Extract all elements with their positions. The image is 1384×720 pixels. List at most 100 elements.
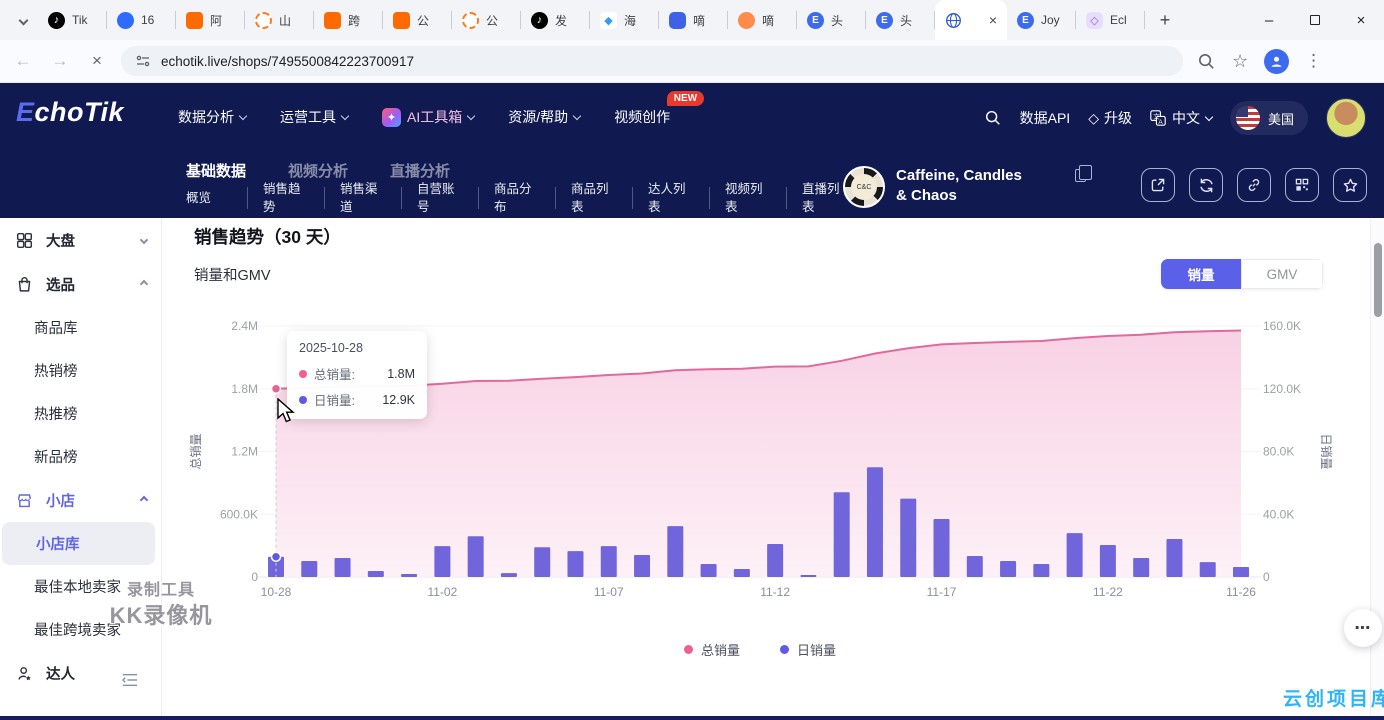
more-options-button[interactable]: ⋯ [1344, 609, 1382, 647]
shop-menu-item-8[interactable]: 直播列表 [802, 180, 848, 216]
echotik-logo[interactable]: EchoTik [16, 97, 124, 128]
site-settings-icon[interactable] [135, 53, 151, 69]
refresh-data-button[interactable] [1189, 168, 1223, 202]
nav-video-creation[interactable]: 视频创作 NEW [614, 107, 670, 127]
language-switch[interactable]: 文A 中文 [1150, 108, 1212, 128]
echotik-purple-icon: ◇ [1086, 12, 1103, 29]
browser-tab-2[interactable]: 阿 [176, 0, 245, 40]
nav-data-analysis[interactable]: 数据分析 [178, 107, 246, 127]
browser-tab-6[interactable]: 公 [452, 0, 521, 40]
shop-menu-item-3[interactable]: 自营账号 [417, 180, 463, 216]
toutiao-icon: E [807, 12, 824, 29]
toggle-sales[interactable]: 销量 [1161, 259, 1241, 289]
bookmark-star-icon[interactable]: ☆ [1232, 51, 1248, 72]
browser-tab-1[interactable]: 16 [107, 0, 176, 40]
nav-resources-help[interactable]: 资源/帮助 [508, 107, 580, 127]
sidebar-item-product-selection[interactable]: 选品 [0, 262, 161, 306]
menu-separator [247, 187, 248, 209]
browser-tab-12[interactable]: E头 [866, 0, 935, 40]
orange-square-icon [393, 12, 410, 29]
sidebar-collapse-button[interactable] [121, 672, 139, 692]
browser-tab-14[interactable]: E Joy [1007, 0, 1076, 40]
browser-tab-9[interactable]: 嘀 [659, 0, 728, 40]
link-icon [1246, 177, 1262, 193]
forward-icon[interactable]: → [46, 47, 74, 75]
shop-menu-item-7[interactable]: 视频列表 [725, 180, 771, 216]
tab-video-analysis[interactable]: 视频分析 [288, 160, 348, 181]
tab-close-icon[interactable]: × [989, 13, 997, 27]
shop-menu-item-6[interactable]: 达人列表 [648, 180, 694, 216]
region-selector[interactable]: 美国 [1230, 101, 1308, 135]
diamond-icon: ◇ [1088, 110, 1099, 126]
browser-tab-15[interactable]: ◇Ecl [1076, 0, 1145, 40]
browser-tab-11[interactable]: E头 [797, 0, 866, 40]
sidebar-item-new-products[interactable]: 新品榜 [0, 435, 161, 478]
tab-title: 跨 [348, 12, 360, 29]
tab-title: 头 [900, 12, 912, 29]
zoom-icon[interactable] [1197, 52, 1216, 71]
minimize-button[interactable]: – [1246, 0, 1292, 40]
legend-daily-sales[interactable]: 日销量 [780, 640, 836, 659]
browser-menu-kebab-icon[interactable]: ⋮ [1305, 51, 1322, 71]
search-icon[interactable] [984, 109, 1002, 127]
sidebar-item-product-library[interactable]: 商品库 [0, 306, 161, 349]
shop-name: Caffeine, Candles & Chaos [896, 166, 1036, 208]
open-shop-external-button[interactable] [1141, 168, 1175, 202]
svg-text:600.0K: 600.0K [220, 507, 258, 521]
nav-upgrade[interactable]: ◇升级 [1088, 108, 1132, 128]
shop-menu-item-5[interactable]: 商品列表 [571, 180, 617, 216]
user-avatar[interactable] [1326, 98, 1366, 138]
tab-search-chevron-icon[interactable] [8, 6, 38, 34]
nav-data-api[interactable]: 数据API [1020, 108, 1071, 128]
browser-tab-0[interactable]: ♪Tik [38, 0, 107, 40]
chevron-up-icon [140, 280, 148, 288]
close-window-button[interactable]: × [1338, 0, 1384, 40]
shop-menu-item-1[interactable]: 销售趋势 [263, 180, 309, 216]
back-icon[interactable]: ← [9, 47, 37, 75]
toggle-gmv[interactable]: GMV [1241, 259, 1323, 289]
tab-basic-data[interactable]: 基础数据 [186, 160, 246, 181]
browser-tab-7[interactable]: ♪发 [521, 0, 590, 40]
user-icon [16, 665, 33, 682]
sidebar-item-shops[interactable]: 小店 [0, 478, 161, 522]
favorite-shop-button[interactable] [1333, 168, 1367, 202]
restore-button[interactable] [1292, 0, 1338, 40]
browser-tab-3[interactable]: 山 [245, 0, 314, 40]
copy-icon[interactable] [1075, 169, 1086, 182]
tab-title: Joy [1041, 13, 1060, 27]
orange-ring-icon [255, 12, 272, 29]
browser-tab-8[interactable]: ◆海 [590, 0, 659, 40]
shop-menu-item-4[interactable]: 商品分布 [494, 180, 540, 216]
browser-tab-5[interactable]: 公 [383, 0, 452, 40]
sidebar-item-hot-sales[interactable]: 热销榜 [0, 349, 161, 392]
address-bar[interactable]: echotik.live/shops/7495500842223700917 [121, 46, 1183, 76]
legend-total-sales[interactable]: 总销量 [684, 640, 740, 659]
scrollbar-thumb[interactable] [1374, 243, 1382, 317]
new-tab-button[interactable]: + [1151, 6, 1179, 34]
shop-menu-item-0[interactable]: 概览 [186, 189, 232, 207]
tab-title: 海 [624, 12, 636, 29]
svg-text:11-22: 11-22 [1093, 585, 1123, 599]
browser-profile-avatar[interactable] [1264, 49, 1289, 74]
nav-ai-toolbox[interactable]: ✦ AI工具箱 [382, 107, 474, 127]
scrollbar-track[interactable] [1370, 218, 1384, 720]
svg-text:0: 0 [251, 570, 258, 584]
chart-subtitle: 销量和GMV [194, 264, 271, 285]
browser-tab-13[interactable]: × [935, 0, 1007, 40]
bag-icon [16, 276, 33, 293]
browser-tab-10[interactable]: 嘀 [728, 0, 797, 40]
nav-operation-tools[interactable]: 运营工具 [280, 107, 348, 127]
browser-toolbar: ← → × echotik.live/shops/749550084222370… [0, 40, 1384, 83]
tab-live-analysis[interactable]: 直播分析 [390, 160, 450, 181]
sidebar-item-market[interactable]: 大盘 [0, 218, 161, 262]
qr-code-button[interactable] [1285, 168, 1319, 202]
stop-loading-icon[interactable]: × [83, 47, 111, 75]
sidebar-item-hot-promoted[interactable]: 热推榜 [0, 392, 161, 435]
toutiao-icon: E [1017, 12, 1034, 29]
browser-tab-4[interactable]: 跨 [314, 0, 383, 40]
tiktok-icon: ♪ [531, 12, 548, 29]
shop-menu-item-2[interactable]: 销售渠道 [340, 180, 386, 216]
chevron-down-icon [573, 111, 581, 119]
sidebar-item-shop-library[interactable]: 小店库 [2, 522, 155, 565]
copy-link-button[interactable] [1237, 168, 1271, 202]
